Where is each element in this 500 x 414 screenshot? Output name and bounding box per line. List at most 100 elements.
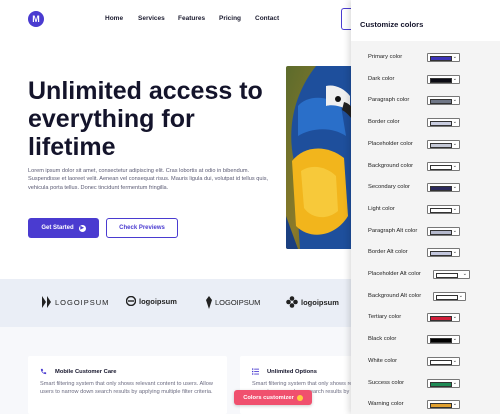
color-select[interactable]: ⌄	[427, 378, 460, 388]
logoipsum-mark-icon	[126, 296, 136, 306]
color-row-label: Dark color	[368, 75, 395, 82]
color-row: Dark color ⌄	[368, 74, 500, 86]
nav-item-pricing[interactable]: Pricing	[219, 15, 241, 22]
nav-item-contact[interactable]: Contact	[255, 15, 279, 22]
color-swatch	[430, 251, 452, 257]
chevron-down-icon: ⌄	[452, 379, 457, 386]
color-row-label: Background color	[368, 162, 414, 169]
color-select[interactable]: ⌄	[433, 291, 466, 301]
color-row: Primary color ⌄	[368, 52, 500, 64]
color-select[interactable]: ⌄	[427, 356, 460, 366]
color-row: Secondary color ⌄	[368, 182, 500, 194]
color-swatch	[430, 77, 452, 83]
color-swatch	[430, 56, 452, 61]
color-row-label: Background Alt color	[368, 292, 422, 299]
partner-logo-2-text: logoipsum	[139, 296, 177, 306]
feature-card-options: Unlimited Options Smart filtering system…	[240, 356, 360, 414]
color-row-label: Secondary color	[368, 184, 410, 191]
partner-logo-4: logoipsum	[286, 296, 339, 308]
color-swatch	[430, 121, 452, 127]
color-row: Placeholder Alt color ⌄	[368, 269, 500, 281]
color-row: White color ⌄	[368, 356, 500, 368]
nav-item-features[interactable]: Features	[178, 15, 205, 22]
color-select[interactable]: ⌄	[427, 118, 460, 128]
color-row-label: Warning color	[368, 401, 404, 408]
color-select[interactable]: ⌄	[427, 400, 460, 410]
get-started-button[interactable]: Get Started ▶	[28, 218, 99, 238]
chevron-down-icon: ⌄	[462, 271, 467, 277]
color-row-label: Light color	[368, 205, 395, 212]
nav-item-home[interactable]: Home	[105, 15, 123, 22]
chevron-down-icon: ⌄	[452, 227, 457, 234]
color-select[interactable]: ⌄	[427, 161, 460, 171]
color-row: Warning color ⌄	[368, 399, 500, 411]
color-row: Paragraph color ⌄	[368, 95, 500, 107]
color-swatch	[430, 403, 452, 409]
color-row: Background Alt color ⌄	[368, 291, 500, 303]
logoipsum-mark-icon	[286, 296, 298, 308]
hero-title-line-3: lifetime	[28, 133, 116, 161]
color-select[interactable]: ⌄	[427, 183, 460, 193]
color-row: Success color ⌄	[368, 378, 500, 390]
color-row-label: Placeholder color	[368, 140, 413, 147]
colors-customizer-button[interactable]: Colors customizer	[234, 390, 312, 405]
panel-title: Customize colors	[360, 20, 424, 29]
chevron-down-icon: ⌄	[452, 97, 457, 104]
color-select[interactable]: ⌄	[427, 96, 460, 106]
color-select[interactable]: ⌄	[427, 335, 460, 345]
chevron-down-icon: ⌄	[452, 249, 457, 256]
hero-title-line-2: everything for	[28, 105, 195, 133]
color-select[interactable]: ⌄	[427, 53, 460, 62]
color-swatch	[430, 359, 452, 365]
partner-logo-3-text: LOGOIPSUM	[215, 298, 261, 307]
hero-parrot-image	[286, 66, 356, 249]
color-swatch	[436, 294, 458, 300]
color-select[interactable]: ⌄	[433, 270, 470, 279]
color-row-label: Tertiary color	[368, 314, 402, 321]
color-swatch	[430, 207, 452, 213]
hero-paragraph: Lorem ipsum dolor sit amet, consectetur …	[28, 168, 269, 191]
color-select[interactable]: ⌄	[427, 226, 460, 236]
color-swatch	[430, 142, 452, 148]
color-row: Light color ⌄	[368, 204, 500, 216]
color-row: Paragraph Alt color ⌄	[368, 226, 500, 238]
chevron-down-icon: ⌄	[452, 184, 457, 191]
color-row-label: Success color	[368, 379, 405, 386]
hero-title-line-1: Unlimited access to	[28, 77, 263, 105]
nav-item-services[interactable]: Services	[138, 15, 165, 22]
color-row: Border Alt color ⌄	[368, 247, 500, 259]
color-swatch	[430, 99, 452, 105]
chevron-down-icon: ⌄	[452, 357, 457, 364]
color-row: Border color ⌄	[368, 117, 500, 129]
color-row-label: Border Alt color	[368, 249, 408, 256]
list-icon	[252, 368, 259, 375]
customize-colors-panel: Customize colors Primary color ⌄ Dark colo…	[351, 0, 500, 414]
panel-header: Customize colors	[351, 0, 500, 41]
partner-logo-4-text: logoipsum	[301, 297, 339, 307]
color-select[interactable]: ⌄	[427, 74, 460, 84]
brand-logo[interactable]: M	[28, 11, 44, 27]
chevron-down-icon: ⌄	[452, 119, 457, 126]
color-row: Placeholder color ⌄	[368, 139, 500, 151]
partner-logo-3: LOGOIPSUM	[206, 296, 260, 309]
chevron-down-icon: ⌄	[452, 314, 457, 321]
color-row-label: Paragraph color	[368, 97, 410, 104]
chevron-down-icon: ⌄	[458, 292, 463, 299]
chevron-down-icon: ⌄	[452, 401, 457, 408]
color-select[interactable]: ⌄	[427, 248, 460, 258]
check-previews-button[interactable]: Check Previews	[106, 218, 178, 238]
color-select[interactable]: ⌄	[427, 139, 460, 149]
partner-logo-2: logoipsum	[126, 296, 177, 306]
color-row-label: Border color	[368, 119, 400, 126]
color-select[interactable]: ⌄	[427, 204, 460, 214]
color-row-label: Primary color	[368, 54, 403, 60]
check-previews-label: Check Previews	[119, 225, 165, 231]
color-row-label: Paragraph Alt color	[368, 227, 418, 234]
color-select[interactable]: ⌄	[427, 313, 460, 323]
hero-title: Unlimited access to everything for lifet…	[28, 77, 278, 161]
color-swatch	[430, 186, 452, 192]
color-swatch	[430, 316, 452, 322]
color-row: Background color ⌄	[368, 161, 500, 173]
feature-card-mobile: Mobile Customer Care Smart filtering sys…	[28, 356, 227, 414]
chevron-down-icon: ⌄	[452, 54, 457, 60]
